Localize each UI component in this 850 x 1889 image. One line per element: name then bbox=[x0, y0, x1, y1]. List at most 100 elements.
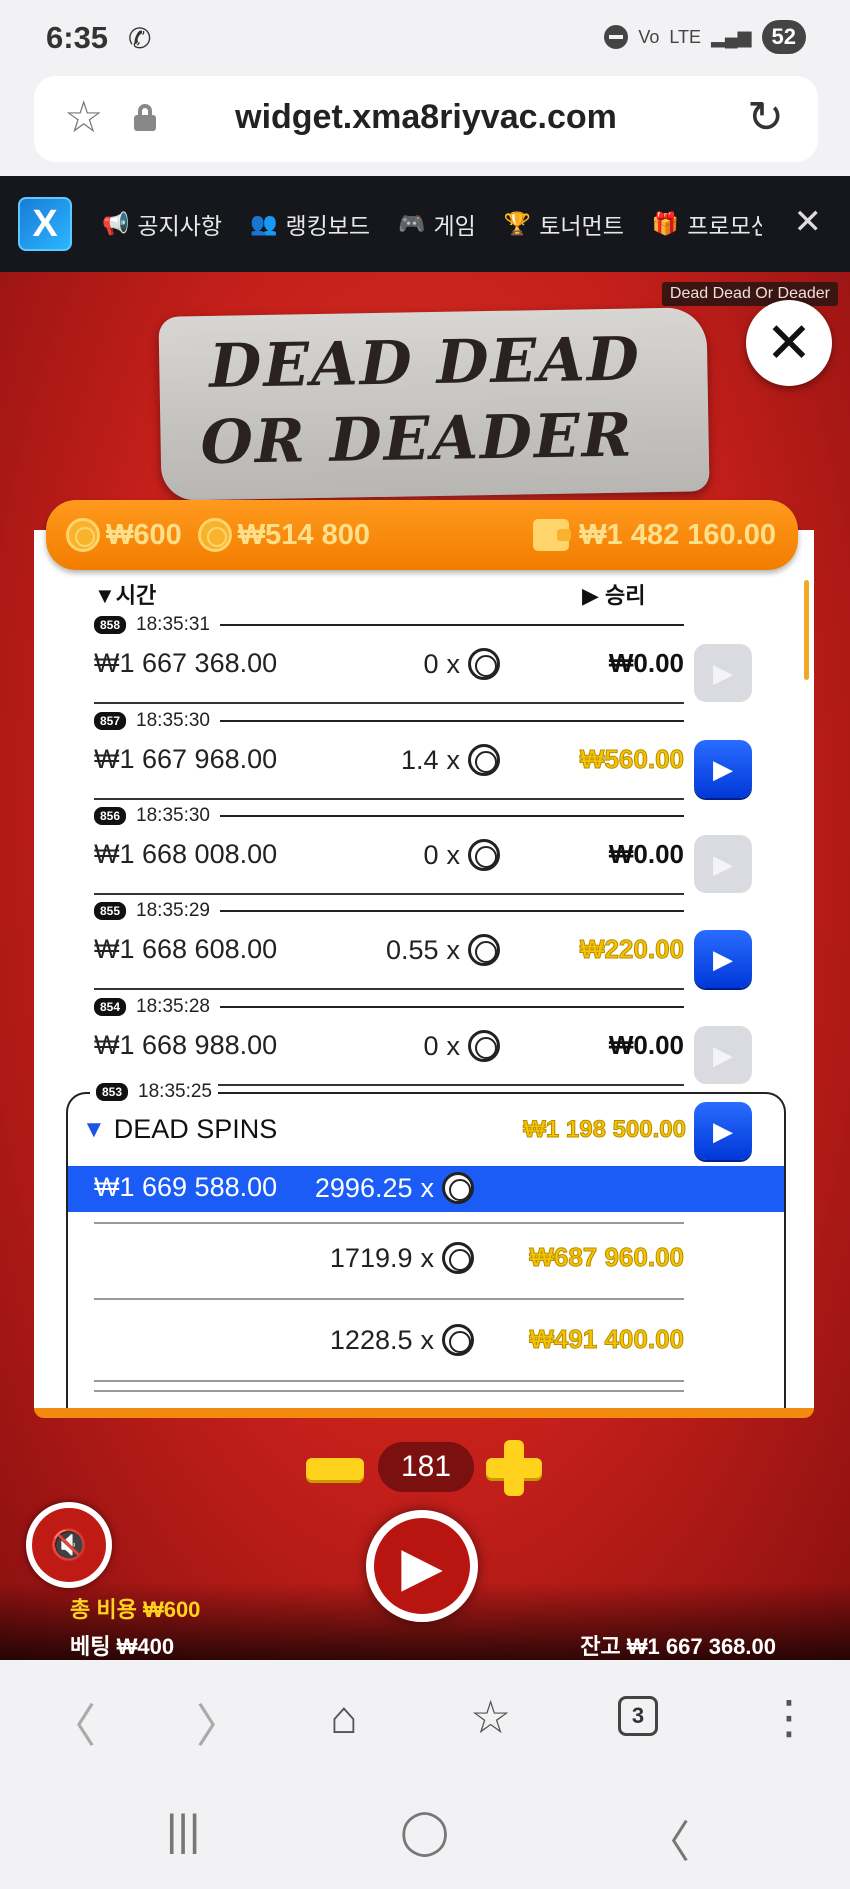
nav-label: 게임 bbox=[433, 213, 476, 239]
row-multiplier: 1.4 x bbox=[334, 744, 500, 776]
dead-spins-toggle[interactable]: ▼ DEAD SPINS bbox=[82, 1114, 277, 1145]
row-balance: ₩1 668 988.00 bbox=[94, 1030, 278, 1060]
coin-icon bbox=[442, 1324, 474, 1356]
increase-button[interactable] bbox=[486, 1440, 542, 1496]
coin-icon bbox=[468, 744, 500, 776]
column-time-header[interactable]: ▼시간 bbox=[94, 578, 156, 610]
bookmarks-icon[interactable]: ☆ bbox=[470, 1690, 511, 1744]
total-cost: 총 비용 ₩600 bbox=[70, 1597, 201, 1622]
recent-apps-icon[interactable]: ||| bbox=[166, 1806, 200, 1856]
forward-icon[interactable]: 〉 bbox=[196, 1690, 242, 1756]
trophy-icon: 🏆 bbox=[503, 211, 532, 236]
play-icon: ▶ bbox=[401, 1536, 443, 1597]
row-win: ₩0.00 bbox=[608, 648, 684, 678]
row-win: ₩560.00 bbox=[579, 744, 684, 775]
row-multiplier: 0.55 x bbox=[334, 934, 500, 966]
dead-spins-total: ₩1 198 500.00 bbox=[523, 1116, 687, 1144]
replay-button[interactable]: ▶ bbox=[694, 740, 752, 798]
bet-history-panel: ▼시간 ▶ 승리 858 18:35:31 ₩1 667 368.00 0x ₩0… bbox=[34, 530, 814, 1418]
row-win: ₩491 400.00 bbox=[529, 1324, 685, 1355]
volte-icon: Vo bbox=[638, 26, 660, 47]
coin-icon bbox=[442, 1242, 474, 1274]
coin-icon bbox=[468, 839, 500, 871]
history-row: 855 18:35:29 ₩1 668 608.00 0.55 x ₩220.00 bbox=[94, 900, 685, 996]
menu-icon[interactable]: ⋮ bbox=[766, 1690, 812, 1744]
browser-toolbar: 〈 〉 ⌂ ☆ 3 ⋮ bbox=[0, 1660, 850, 1782]
replay-button-disabled: ▶ bbox=[694, 835, 752, 893]
coin-icon bbox=[468, 1030, 500, 1062]
round-time: 18:35:28 bbox=[136, 996, 210, 1017]
spin-row: 1228.5 x ₩491 400.00 bbox=[68, 1316, 784, 1376]
replay-button-disabled: ▶ bbox=[694, 1026, 752, 1084]
nav-item-games[interactable]: 🎮 게임 bbox=[398, 207, 476, 241]
close-history-button[interactable]: ✕ bbox=[746, 300, 832, 386]
cost-header: ₩600 ₩514 800 ₩1 482 160.00 bbox=[46, 500, 798, 570]
wallet-balance: ₩1 482 160.00 bbox=[579, 518, 776, 551]
nav-item-tournament[interactable]: 🏆 토너먼트 bbox=[504, 207, 624, 241]
row-multiplier: 0x bbox=[334, 1030, 500, 1062]
game-title-tag: Dead Dead Or Deader bbox=[661, 282, 838, 306]
home-icon[interactable]: ⌂ bbox=[330, 1690, 358, 1744]
history-row: 856 18:35:30 ₩1 668 008.00 0x ₩0.00 bbox=[94, 805, 684, 901]
megaphone-icon: 📢 bbox=[102, 211, 130, 236]
status-bar: 6:35 ✆ Vo LTE ▂▄▆ 52 bbox=[0, 0, 850, 78]
replay-button-disabled: ▶ bbox=[694, 644, 752, 702]
tabs-button[interactable]: 3 bbox=[618, 1696, 658, 1736]
gamepad-icon: 🎮 bbox=[398, 211, 426, 236]
round-badge: 858 bbox=[94, 616, 127, 634]
nav-label: 토너먼트 bbox=[539, 213, 624, 239]
url-text[interactable]: widget.xma8riyvac.com bbox=[34, 98, 818, 137]
round-badge: 856 bbox=[94, 807, 127, 825]
back-icon[interactable]: 〈 bbox=[50, 1690, 96, 1756]
round-time: 18:35:29 bbox=[136, 900, 210, 921]
do-not-disturb-icon bbox=[604, 25, 629, 49]
users-icon: 👥 bbox=[250, 211, 278, 236]
bet-amount: 베팅 ₩400 bbox=[70, 1634, 175, 1659]
replay-button[interactable]: ▶ bbox=[694, 930, 752, 988]
site-nav: X 📢 공지사항 👥 랭킹보드 🎮 게임 🏆 토너먼트 🎁 프로모션 ✕ bbox=[0, 176, 850, 272]
clock: 6:35 bbox=[46, 20, 109, 55]
site-logo[interactable]: X bbox=[18, 197, 72, 251]
row-multiplier: 0x bbox=[334, 648, 500, 680]
spin-button[interactable]: ▶ bbox=[366, 1510, 478, 1622]
round-time: 18:35:25 bbox=[138, 1081, 212, 1102]
gift-icon: 🎁 bbox=[651, 211, 680, 236]
network-label: LTE bbox=[669, 26, 702, 47]
reload-icon[interactable]: ↻ bbox=[747, 96, 784, 140]
replay-button[interactable]: ▶ bbox=[694, 1102, 752, 1160]
nav-item-ranking[interactable]: 👥 랭킹보드 bbox=[250, 207, 370, 241]
row-win: ₩0.00 bbox=[608, 839, 684, 869]
row-balance: ₩1 669 588.00 bbox=[94, 1172, 278, 1202]
row-balance: ₩1 667 368.00 bbox=[94, 648, 278, 678]
screen: 6:35 ✆ Vo LTE ▂▄▆ 52 ☆ widget.xma8riyvac… bbox=[0, 0, 850, 1889]
address-bar[interactable]: ☆ widget.xma8riyvac.com ↻ bbox=[34, 76, 818, 162]
coin-icon bbox=[468, 648, 500, 680]
system-back-icon[interactable]: 〈 bbox=[646, 1806, 690, 1870]
nav-item-notice[interactable]: 📢 공지사항 bbox=[102, 207, 222, 241]
scrollbar[interactable] bbox=[804, 580, 809, 680]
selected-spin-row[interactable]: ₩1 669 588.00 2996.25 x bbox=[68, 1166, 784, 1212]
nav-label: 공지사항 bbox=[137, 213, 223, 239]
round-time: 18:35:31 bbox=[136, 614, 210, 635]
home-circle-icon[interactable]: ◯ bbox=[400, 1806, 449, 1857]
coin-icon bbox=[442, 1172, 474, 1204]
close-nav-icon[interactable]: ✕ bbox=[794, 202, 823, 242]
game-area: Dead Dead Or Deader DEAD DEAD OR DEADER … bbox=[0, 272, 850, 1660]
mute-button[interactable]: 🔇 bbox=[26, 1502, 112, 1588]
nav-item-promotion[interactable]: 🎁 프로모션 bbox=[652, 207, 762, 241]
coin-icon bbox=[66, 518, 100, 552]
round-badge: 855 bbox=[94, 902, 127, 920]
round-time: 18:35:30 bbox=[136, 805, 210, 826]
dead-spins-group: 853 18:35:25 ▼ DEAD SPINS ₩1 198 500.00 … bbox=[66, 1081, 786, 1408]
nav-label: 프로모션 bbox=[687, 213, 762, 239]
balance-amount: 잔고 ₩1 667 368.00 bbox=[580, 1634, 776, 1659]
column-win-header[interactable]: ▶ 승리 bbox=[582, 578, 646, 610]
row-balance: ₩1 667 968.00 bbox=[94, 744, 278, 774]
dead-spins-label: DEAD SPINS bbox=[113, 1114, 278, 1144]
system-navigation: ||| ◯ 〈 bbox=[0, 1782, 850, 1889]
collapse-triangle-icon[interactable]: ▼ bbox=[82, 1116, 106, 1144]
round-badge: 853 bbox=[96, 1083, 129, 1101]
row-win: ₩220.00 bbox=[579, 934, 684, 965]
row-balance: ₩1 668 608.00 bbox=[94, 934, 278, 964]
decrease-button[interactable] bbox=[306, 1458, 364, 1480]
